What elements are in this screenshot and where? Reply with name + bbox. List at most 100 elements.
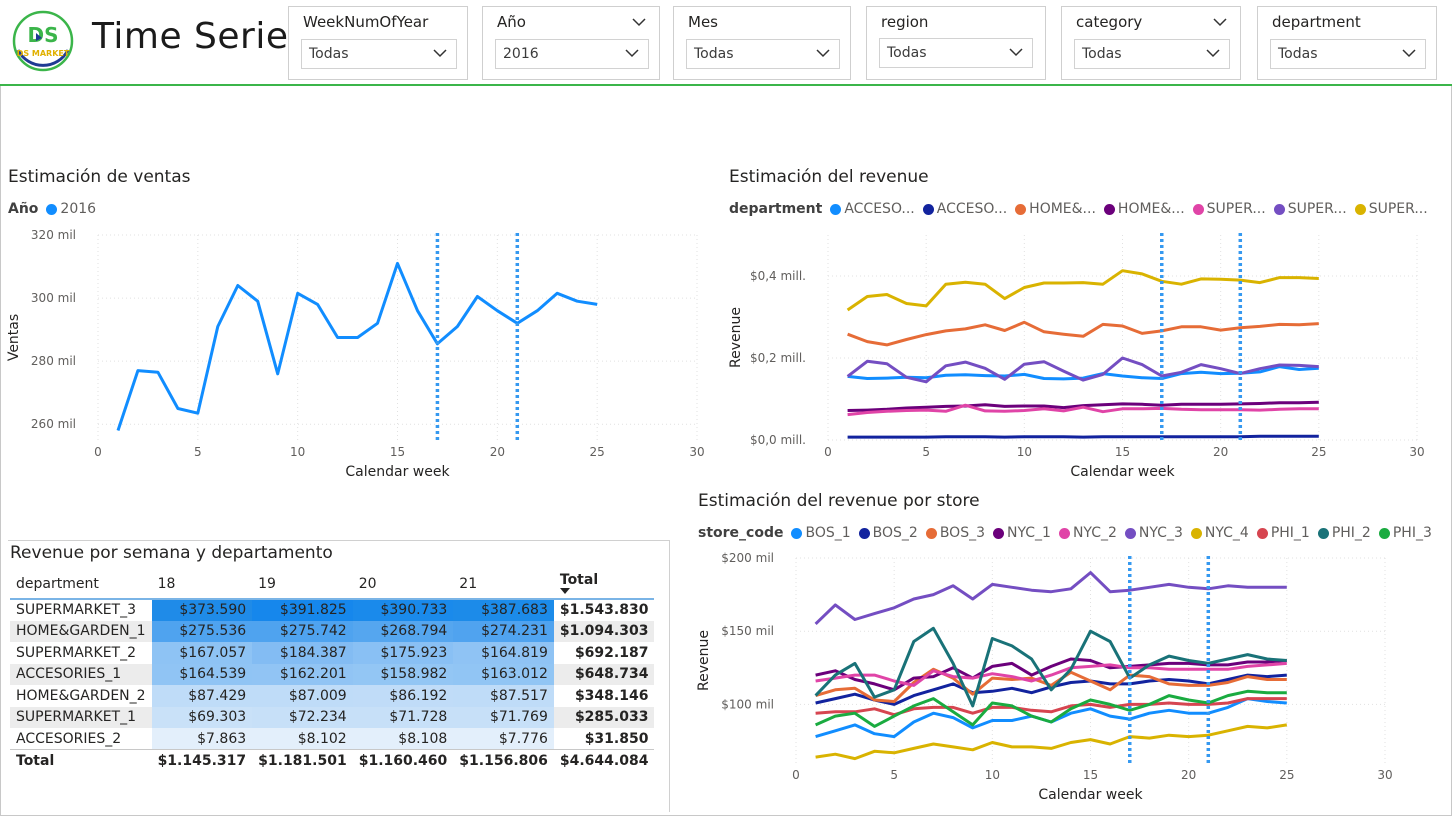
slicer-value: 2016 (503, 46, 539, 62)
slicer-weeknumofyear[interactable]: WeekNumOfYear Todas (288, 6, 468, 80)
series-line (116, 261, 598, 431)
legend-ventas: Año 2016 (8, 201, 104, 217)
slicer-dropdown[interactable]: Todas (879, 38, 1033, 68)
value-cell: $164.819 (453, 642, 554, 664)
legend-item[interactable]: NYC_1 (993, 525, 1051, 541)
row-total-cell: $1.094.303 (553, 620, 655, 642)
value-cell: $87.009 (252, 685, 353, 707)
slicer-department[interactable]: department Todas (1257, 6, 1437, 80)
slicer-ano[interactable]: Año 2016 (482, 6, 660, 80)
legend-label: NYC_3 (1138, 525, 1183, 541)
slicer-dropdown[interactable]: Todas (686, 39, 840, 69)
value-cell: $158.982 (352, 663, 454, 685)
col-header-week[interactable]: 20 (352, 569, 454, 600)
col-header-total[interactable]: Total (553, 569, 655, 600)
matrix-row[interactable]: SUPERMARKET_2 $167.057 $184.387 $175.923 $16… (10, 642, 654, 664)
chevron-down-icon (1402, 49, 1416, 58)
col-header-week[interactable]: 21 (453, 569, 554, 600)
x-axis-title: Calendar week (1038, 787, 1143, 803)
col-header-week[interactable]: 18 (151, 569, 253, 600)
chart-store[interactable]: $100 mil $150 mil $200 mil 0 5 10 15 20 25 30 Cale… (690, 548, 1420, 810)
col-header-week[interactable]: 19 (252, 569, 353, 600)
total-row-label: Total (10, 749, 152, 771)
slicer-category[interactable]: category Todas (1061, 6, 1241, 80)
row-label: SUPERMARKET_1 (10, 706, 152, 728)
chevron-down-icon[interactable] (631, 15, 647, 29)
matrix-row[interactable]: SUPERMARKET_1 $69.303 $72.234 $71.728 $71.76… (10, 706, 655, 728)
legend-item[interactable]: BOS_2 (858, 525, 918, 541)
legend-item[interactable]: PHI_3 (1378, 525, 1432, 541)
row-total-cell: $348.146 (574, 687, 649, 704)
value-cell: $87.429 (151, 685, 253, 707)
matrix-row[interactable]: ACCESORIES_1 $164.539 $162.201 $158.982 $163… (10, 663, 655, 685)
legend-item[interactable]: NYC_2 (1058, 525, 1117, 541)
legend-dot-icon (1273, 203, 1285, 215)
legend-item[interactable]: ACCESO... (922, 201, 1007, 217)
chevron-down-icon (816, 49, 830, 58)
legend-item[interactable]: HOME&... (1015, 201, 1096, 217)
y-tick-label: $100 mil (721, 697, 774, 711)
series-line (846, 269, 1319, 312)
slicer-title: region (881, 13, 929, 31)
slicer-mes[interactable]: Mes Todas (673, 6, 851, 80)
slicer-region[interactable]: region Todas (866, 6, 1046, 80)
value-cell: $391.825 (252, 599, 353, 621)
legend-label: NYC_1 (1007, 525, 1051, 541)
legend-item[interactable]: SUPER... (1273, 201, 1347, 217)
chevron-down-icon[interactable] (1212, 15, 1228, 29)
row-total-cell: $31.850 (584, 730, 649, 747)
legend-label: SUPER... (1206, 201, 1266, 217)
legend-item[interactable]: PHI_2 (1317, 525, 1371, 541)
legend-store: store_code BOS_1 BOS_2 BOS_3 NYC_1 NYC_2 NYC_… (698, 525, 1440, 541)
legend-item[interactable]: PHI_1 (1256, 525, 1310, 541)
revenue-matrix[interactable]: Revenue por semana y departamento depart… (8, 540, 670, 812)
series-line (814, 689, 1287, 728)
x-tick-label: 0 (94, 445, 102, 459)
legend-title: Año (8, 201, 39, 217)
legend-item[interactable]: BOS_3 (925, 525, 985, 541)
y-tick-label: 300 mil (31, 291, 76, 305)
x-tick-label: 25 (1279, 768, 1294, 782)
legend-item[interactable]: NYC_4 (1190, 525, 1249, 541)
slicer-dropdown[interactable]: Todas (1270, 39, 1426, 69)
slicer-dropdown[interactable]: Todas (1074, 39, 1230, 69)
matrix-row[interactable]: SUPERMARKET_3 $373.590 $391.825 $390.733 $38… (10, 599, 654, 621)
chart-revenue[interactable]: $0,0 mill. $0,2 mill. $0,4 mill. 0 5 10 15 20 25… (700, 225, 1440, 490)
slicer-dropdown[interactable]: Todas (301, 39, 457, 69)
page-title: Time Series (92, 16, 308, 57)
y-axis-title: Revenue (728, 307, 744, 368)
col-header-department[interactable]: department (10, 569, 152, 600)
legend-item[interactable]: HOME&... (1103, 201, 1185, 217)
x-tick-label: 20 (1213, 445, 1228, 459)
chart-ventas[interactable]: 260 mil280 mil300 mil320 mil0 5 10 15 20 25 30… (0, 225, 712, 490)
value-cell: $7.776 (453, 728, 554, 750)
legend-dot-icon (858, 527, 870, 539)
slicer-dropdown[interactable]: 2016 (495, 39, 649, 69)
legend-item[interactable]: 2016 (46, 201, 96, 217)
y-tick-label: 280 mil (31, 354, 76, 368)
legend-item[interactable]: NYC_3 (1124, 525, 1183, 541)
row-label: HOME&GARDEN_1 (10, 620, 152, 642)
legend-item[interactable]: SUPER... (1354, 201, 1428, 217)
legend-item[interactable]: SUPER... (1192, 201, 1266, 217)
legend-item[interactable]: BOS_1 (791, 525, 851, 541)
matrix-row[interactable]: HOME&GARDEN_1 $275.536 $275.742 $268.794 $27… (10, 620, 655, 642)
value-cell: $163.012 (453, 663, 554, 685)
chevron-down-icon (625, 49, 639, 58)
legend-label: BOS_3 (939, 525, 985, 541)
legend-label: NYC_4 (1204, 525, 1249, 541)
total-cell: $1.181.501 (252, 749, 353, 771)
x-tick-label: 30 (1409, 445, 1424, 459)
matrix-row[interactable]: HOME&GARDEN_2 $87.429 $87.009 $86.192 $87.51… (10, 685, 654, 707)
legend-dot-icon (1256, 527, 1268, 539)
value-cell: $268.794 (352, 620, 454, 642)
legend-dot-icon (1190, 527, 1202, 539)
matrix-row[interactable]: ACCESORIES_2 $7.863 $8.102 $8.108 $7.776 $31.… (10, 728, 654, 750)
total-cell: $1.145.317 (151, 749, 253, 771)
legend-item[interactable]: ACCESO... (830, 201, 915, 217)
legend-label: HOME&... (1117, 201, 1185, 217)
legend-dot-icon (1354, 203, 1366, 215)
row-label: SUPERMARKET_3 (16, 602, 137, 619)
slicer-value: Todas (694, 46, 734, 62)
x-tick-label: 20 (1181, 768, 1196, 782)
